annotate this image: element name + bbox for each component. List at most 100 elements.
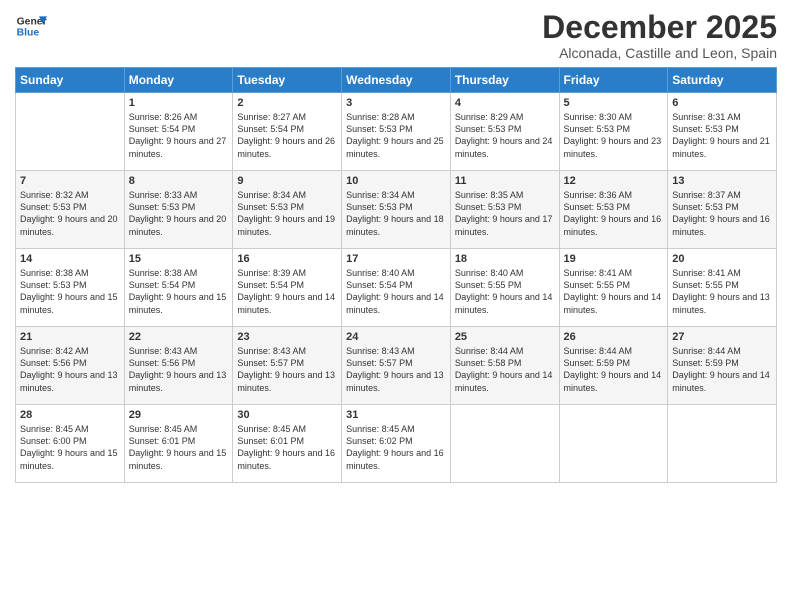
day-number: 6 bbox=[672, 97, 772, 109]
week-row-3: 14 Sunrise: 8:38 AMSunset: 5:53 PMDaylig… bbox=[16, 249, 777, 327]
day-number: 12 bbox=[564, 175, 664, 187]
header-friday: Friday bbox=[559, 68, 668, 93]
day-number: 7 bbox=[20, 175, 120, 187]
header-monday: Monday bbox=[124, 68, 233, 93]
day-cell: 26 Sunrise: 8:44 AMSunset: 5:59 PMDaylig… bbox=[559, 327, 668, 405]
day-number: 4 bbox=[455, 97, 555, 109]
day-cell bbox=[559, 405, 668, 483]
day-cell: 16 Sunrise: 8:39 AMSunset: 5:54 PMDaylig… bbox=[233, 249, 342, 327]
day-info: Sunrise: 8:44 AMSunset: 5:59 PMDaylight:… bbox=[564, 345, 664, 394]
day-cell: 17 Sunrise: 8:40 AMSunset: 5:54 PMDaylig… bbox=[342, 249, 451, 327]
day-cell: 18 Sunrise: 8:40 AMSunset: 5:55 PMDaylig… bbox=[450, 249, 559, 327]
day-info: Sunrise: 8:40 AMSunset: 5:54 PMDaylight:… bbox=[346, 267, 446, 316]
day-info: Sunrise: 8:38 AMSunset: 5:54 PMDaylight:… bbox=[129, 267, 229, 316]
day-cell: 11 Sunrise: 8:35 AMSunset: 5:53 PMDaylig… bbox=[450, 171, 559, 249]
day-cell: 14 Sunrise: 8:38 AMSunset: 5:53 PMDaylig… bbox=[16, 249, 125, 327]
day-number: 14 bbox=[20, 253, 120, 265]
week-row-2: 7 Sunrise: 8:32 AMSunset: 5:53 PMDayligh… bbox=[16, 171, 777, 249]
day-cell: 23 Sunrise: 8:43 AMSunset: 5:57 PMDaylig… bbox=[233, 327, 342, 405]
day-info: Sunrise: 8:36 AMSunset: 5:53 PMDaylight:… bbox=[564, 189, 664, 238]
day-info: Sunrise: 8:45 AMSunset: 6:02 PMDaylight:… bbox=[346, 423, 446, 472]
day-cell bbox=[16, 93, 125, 171]
calendar-subtitle: Alconada, Castille and Leon, Spain bbox=[542, 45, 777, 61]
svg-text:Blue: Blue bbox=[17, 28, 40, 39]
day-number: 8 bbox=[129, 175, 229, 187]
day-cell: 8 Sunrise: 8:33 AMSunset: 5:53 PMDayligh… bbox=[124, 171, 233, 249]
day-number: 17 bbox=[346, 253, 446, 265]
day-cell: 19 Sunrise: 8:41 AMSunset: 5:55 PMDaylig… bbox=[559, 249, 668, 327]
day-cell: 28 Sunrise: 8:45 AMSunset: 6:00 PMDaylig… bbox=[16, 405, 125, 483]
day-info: Sunrise: 8:39 AMSunset: 5:54 PMDaylight:… bbox=[237, 267, 337, 316]
day-number: 18 bbox=[455, 253, 555, 265]
day-info: Sunrise: 8:41 AMSunset: 5:55 PMDaylight:… bbox=[672, 267, 772, 316]
day-cell: 10 Sunrise: 8:34 AMSunset: 5:53 PMDaylig… bbox=[342, 171, 451, 249]
day-number: 15 bbox=[129, 253, 229, 265]
day-cell: 24 Sunrise: 8:43 AMSunset: 5:57 PMDaylig… bbox=[342, 327, 451, 405]
week-row-4: 21 Sunrise: 8:42 AMSunset: 5:56 PMDaylig… bbox=[16, 327, 777, 405]
header-thursday: Thursday bbox=[450, 68, 559, 93]
day-number: 9 bbox=[237, 175, 337, 187]
day-cell: 9 Sunrise: 8:34 AMSunset: 5:53 PMDayligh… bbox=[233, 171, 342, 249]
day-number: 19 bbox=[564, 253, 664, 265]
day-number: 11 bbox=[455, 175, 555, 187]
day-number: 23 bbox=[237, 331, 337, 343]
day-number: 25 bbox=[455, 331, 555, 343]
day-info: Sunrise: 8:27 AMSunset: 5:54 PMDaylight:… bbox=[237, 111, 337, 160]
day-info: Sunrise: 8:43 AMSunset: 5:56 PMDaylight:… bbox=[129, 345, 229, 394]
day-info: Sunrise: 8:33 AMSunset: 5:53 PMDaylight:… bbox=[129, 189, 229, 238]
day-cell bbox=[450, 405, 559, 483]
day-info: Sunrise: 8:42 AMSunset: 5:56 PMDaylight:… bbox=[20, 345, 120, 394]
day-number: 16 bbox=[237, 253, 337, 265]
day-cell: 25 Sunrise: 8:44 AMSunset: 5:58 PMDaylig… bbox=[450, 327, 559, 405]
week-row-1: 1 Sunrise: 8:26 AMSunset: 5:54 PMDayligh… bbox=[16, 93, 777, 171]
day-cell: 12 Sunrise: 8:36 AMSunset: 5:53 PMDaylig… bbox=[559, 171, 668, 249]
day-number: 28 bbox=[20, 409, 120, 421]
day-cell: 3 Sunrise: 8:28 AMSunset: 5:53 PMDayligh… bbox=[342, 93, 451, 171]
header: General Blue December 2025 Alconada, Cas… bbox=[15, 10, 777, 61]
logo: General Blue bbox=[15, 10, 47, 42]
day-number: 22 bbox=[129, 331, 229, 343]
day-info: Sunrise: 8:43 AMSunset: 5:57 PMDaylight:… bbox=[346, 345, 446, 394]
day-number: 27 bbox=[672, 331, 772, 343]
day-info: Sunrise: 8:45 AMSunset: 6:01 PMDaylight:… bbox=[129, 423, 229, 472]
day-number: 21 bbox=[20, 331, 120, 343]
day-number: 13 bbox=[672, 175, 772, 187]
day-info: Sunrise: 8:41 AMSunset: 5:55 PMDaylight:… bbox=[564, 267, 664, 316]
day-number: 31 bbox=[346, 409, 446, 421]
calendar-table: Sunday Monday Tuesday Wednesday Thursday… bbox=[15, 67, 777, 483]
day-number: 20 bbox=[672, 253, 772, 265]
day-info: Sunrise: 8:34 AMSunset: 5:53 PMDaylight:… bbox=[346, 189, 446, 238]
day-info: Sunrise: 8:30 AMSunset: 5:53 PMDaylight:… bbox=[564, 111, 664, 160]
day-cell bbox=[668, 405, 777, 483]
day-number: 5 bbox=[564, 97, 664, 109]
day-info: Sunrise: 8:44 AMSunset: 5:59 PMDaylight:… bbox=[672, 345, 772, 394]
day-cell: 13 Sunrise: 8:37 AMSunset: 5:53 PMDaylig… bbox=[668, 171, 777, 249]
day-cell: 15 Sunrise: 8:38 AMSunset: 5:54 PMDaylig… bbox=[124, 249, 233, 327]
day-number: 24 bbox=[346, 331, 446, 343]
header-sunday: Sunday bbox=[16, 68, 125, 93]
day-cell: 2 Sunrise: 8:27 AMSunset: 5:54 PMDayligh… bbox=[233, 93, 342, 171]
day-info: Sunrise: 8:32 AMSunset: 5:53 PMDaylight:… bbox=[20, 189, 120, 238]
calendar-page: General Blue December 2025 Alconada, Cas… bbox=[0, 0, 792, 612]
day-cell: 31 Sunrise: 8:45 AMSunset: 6:02 PMDaylig… bbox=[342, 405, 451, 483]
day-cell: 27 Sunrise: 8:44 AMSunset: 5:59 PMDaylig… bbox=[668, 327, 777, 405]
day-info: Sunrise: 8:43 AMSunset: 5:57 PMDaylight:… bbox=[237, 345, 337, 394]
header-wednesday: Wednesday bbox=[342, 68, 451, 93]
day-cell: 30 Sunrise: 8:45 AMSunset: 6:01 PMDaylig… bbox=[233, 405, 342, 483]
day-cell: 20 Sunrise: 8:41 AMSunset: 5:55 PMDaylig… bbox=[668, 249, 777, 327]
day-info: Sunrise: 8:45 AMSunset: 6:00 PMDaylight:… bbox=[20, 423, 120, 472]
day-cell: 21 Sunrise: 8:42 AMSunset: 5:56 PMDaylig… bbox=[16, 327, 125, 405]
day-cell: 22 Sunrise: 8:43 AMSunset: 5:56 PMDaylig… bbox=[124, 327, 233, 405]
day-cell: 5 Sunrise: 8:30 AMSunset: 5:53 PMDayligh… bbox=[559, 93, 668, 171]
day-info: Sunrise: 8:29 AMSunset: 5:53 PMDaylight:… bbox=[455, 111, 555, 160]
day-info: Sunrise: 8:26 AMSunset: 5:54 PMDaylight:… bbox=[129, 111, 229, 160]
days-header-row: Sunday Monday Tuesday Wednesday Thursday… bbox=[16, 68, 777, 93]
day-info: Sunrise: 8:45 AMSunset: 6:01 PMDaylight:… bbox=[237, 423, 337, 472]
day-info: Sunrise: 8:31 AMSunset: 5:53 PMDaylight:… bbox=[672, 111, 772, 160]
day-number: 30 bbox=[237, 409, 337, 421]
day-info: Sunrise: 8:40 AMSunset: 5:55 PMDaylight:… bbox=[455, 267, 555, 316]
header-tuesday: Tuesday bbox=[233, 68, 342, 93]
title-block: December 2025 Alconada, Castille and Leo… bbox=[542, 10, 777, 61]
day-number: 10 bbox=[346, 175, 446, 187]
day-info: Sunrise: 8:34 AMSunset: 5:53 PMDaylight:… bbox=[237, 189, 337, 238]
